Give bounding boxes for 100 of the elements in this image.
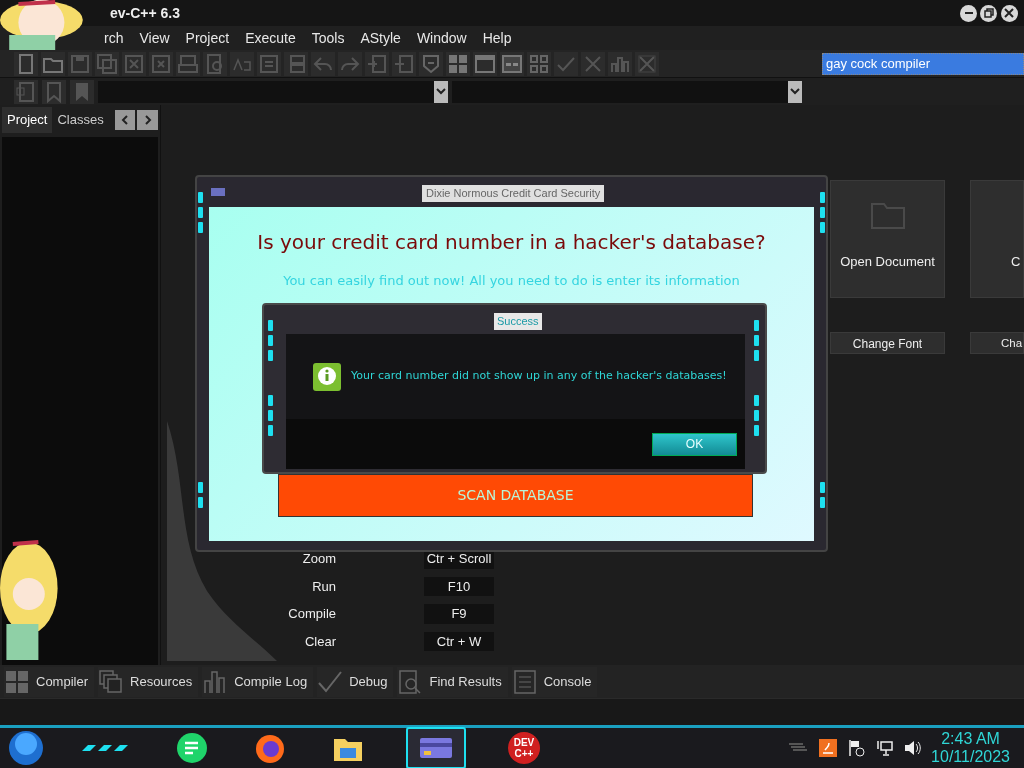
indicator-light [198,482,203,493]
app-icon [211,188,225,196]
bookmark-button[interactable] [42,79,66,104]
clock-time[interactable]: 2:43 AM [931,730,1010,748]
info-icon [313,362,341,391]
folder-button[interactable] [41,51,65,76]
indicator-light [198,222,203,233]
chat-app-icon[interactable] [176,732,208,764]
layout-button[interactable] [500,51,524,76]
search-field[interactable]: gay cock compiler [822,52,1024,75]
window-button[interactable] [473,51,497,76]
check-button[interactable] [554,51,578,76]
shield-button[interactable] [419,51,443,76]
save-button[interactable] [68,51,92,76]
indent-button[interactable] [257,51,281,76]
font-button[interactable]: Cha [970,332,1024,354]
indicator-light [754,335,759,346]
dialog-heading: Is your credit card number in a hacker's database? [257,229,766,256]
new-file-button[interactable] [14,51,38,76]
menu-item[interactable]: Execute [237,27,304,49]
shortcut-key: F10 [424,576,494,596]
indicator-light [820,192,825,203]
indicator-light [754,350,759,361]
chevron-left-icon [121,114,130,125]
shortcut-key: F9 [424,604,494,624]
shortcut-label: Run [311,577,336,596]
undo-button[interactable] [311,51,335,76]
dropdown[interactable] [98,80,448,103]
shortcut-label: Zoom [301,550,336,568]
indicator-light [198,207,203,218]
print-button[interactable] [176,51,200,76]
menu-item[interactable]: Tools [303,27,353,49]
message-box-title: Success [494,313,542,330]
browser-icon[interactable] [254,732,286,764]
network-icon[interactable] [875,739,894,757]
menu-item[interactable]: AStyle [352,27,409,49]
indicator-light [820,482,825,493]
menu-item[interactable]: View [131,27,178,49]
menu-item[interactable]: Project [177,27,238,49]
menu-item[interactable]: Help [474,27,520,49]
card-label: C [1011,252,1021,271]
indicator-light [268,410,273,421]
font-button[interactable]: Change Font [830,332,945,354]
start-orb-icon[interactable] [8,730,44,766]
indicator-light [754,395,759,406]
scroll-right-button[interactable] [137,109,158,130]
indicator-light [198,192,203,203]
indicator-light [820,497,825,508]
chevron-down-icon [790,87,800,96]
file-button[interactable] [14,79,38,104]
indicator-light [268,335,273,346]
indicator-light [754,410,759,421]
panel-tab[interactable]: Project [2,107,53,133]
indicator-light [268,350,273,361]
dialog-title: Dixie Normous Credit Card Security [422,185,605,202]
chart-button[interactable] [608,51,632,76]
flag-icon[interactable] [847,739,866,757]
layers-icon [98,668,124,695]
speaker-icon[interactable] [903,739,922,757]
indicator-light [820,207,825,218]
led-strip-icon [80,743,130,753]
shortcut-label: Clear [303,632,336,651]
dropdown[interactable] [452,80,802,103]
close-all-button[interactable] [149,51,173,76]
indicator-light [268,320,273,331]
stripes-icon [787,743,810,753]
grid-icon [4,668,30,695]
minimize-button[interactable] [960,4,977,22]
grid-button[interactable] [446,51,470,76]
indicator-light [820,222,825,233]
menu-item[interactable]: Window [408,27,475,49]
clock-date[interactable]: 10/11/2023 [931,748,1010,766]
open-card[interactable]: C [970,180,1024,298]
scroll-left-button[interactable] [114,109,136,130]
panel-tab[interactable]: Classes [52,107,109,133]
shortcut-key: Ctr + W [424,631,494,651]
close-button[interactable] [1000,4,1018,22]
save-all-icon [95,51,119,76]
indicator-light [754,425,759,436]
open-card[interactable]: Open Document [830,180,945,298]
redo-button[interactable] [338,51,362,76]
dialog-subheading: You can easily find out now! All you need to do is enter its information [283,272,740,290]
window-title: ev-C++ 6.3 [110,3,181,23]
restore-button[interactable] [980,4,998,22]
app-icon[interactable]: DEV C++ [508,732,540,764]
shortcut-label: Compile [287,605,336,623]
chevron-right-icon [143,114,152,125]
add-button[interactable] [365,51,389,76]
card-label: Open Document [840,252,935,271]
remove-button[interactable] [392,51,416,76]
restore-icon [982,7,995,19]
unindent-button[interactable] [284,51,308,76]
find-button[interactable] [203,51,227,76]
indicator-light [268,395,273,406]
menu-item[interactable]: rch [96,27,132,49]
grid-button[interactable] [527,51,551,76]
indicator-light [268,425,273,436]
bookmark-button[interactable] [70,79,94,104]
indicator-light [754,320,759,331]
save-all-button[interactable] [95,51,119,76]
